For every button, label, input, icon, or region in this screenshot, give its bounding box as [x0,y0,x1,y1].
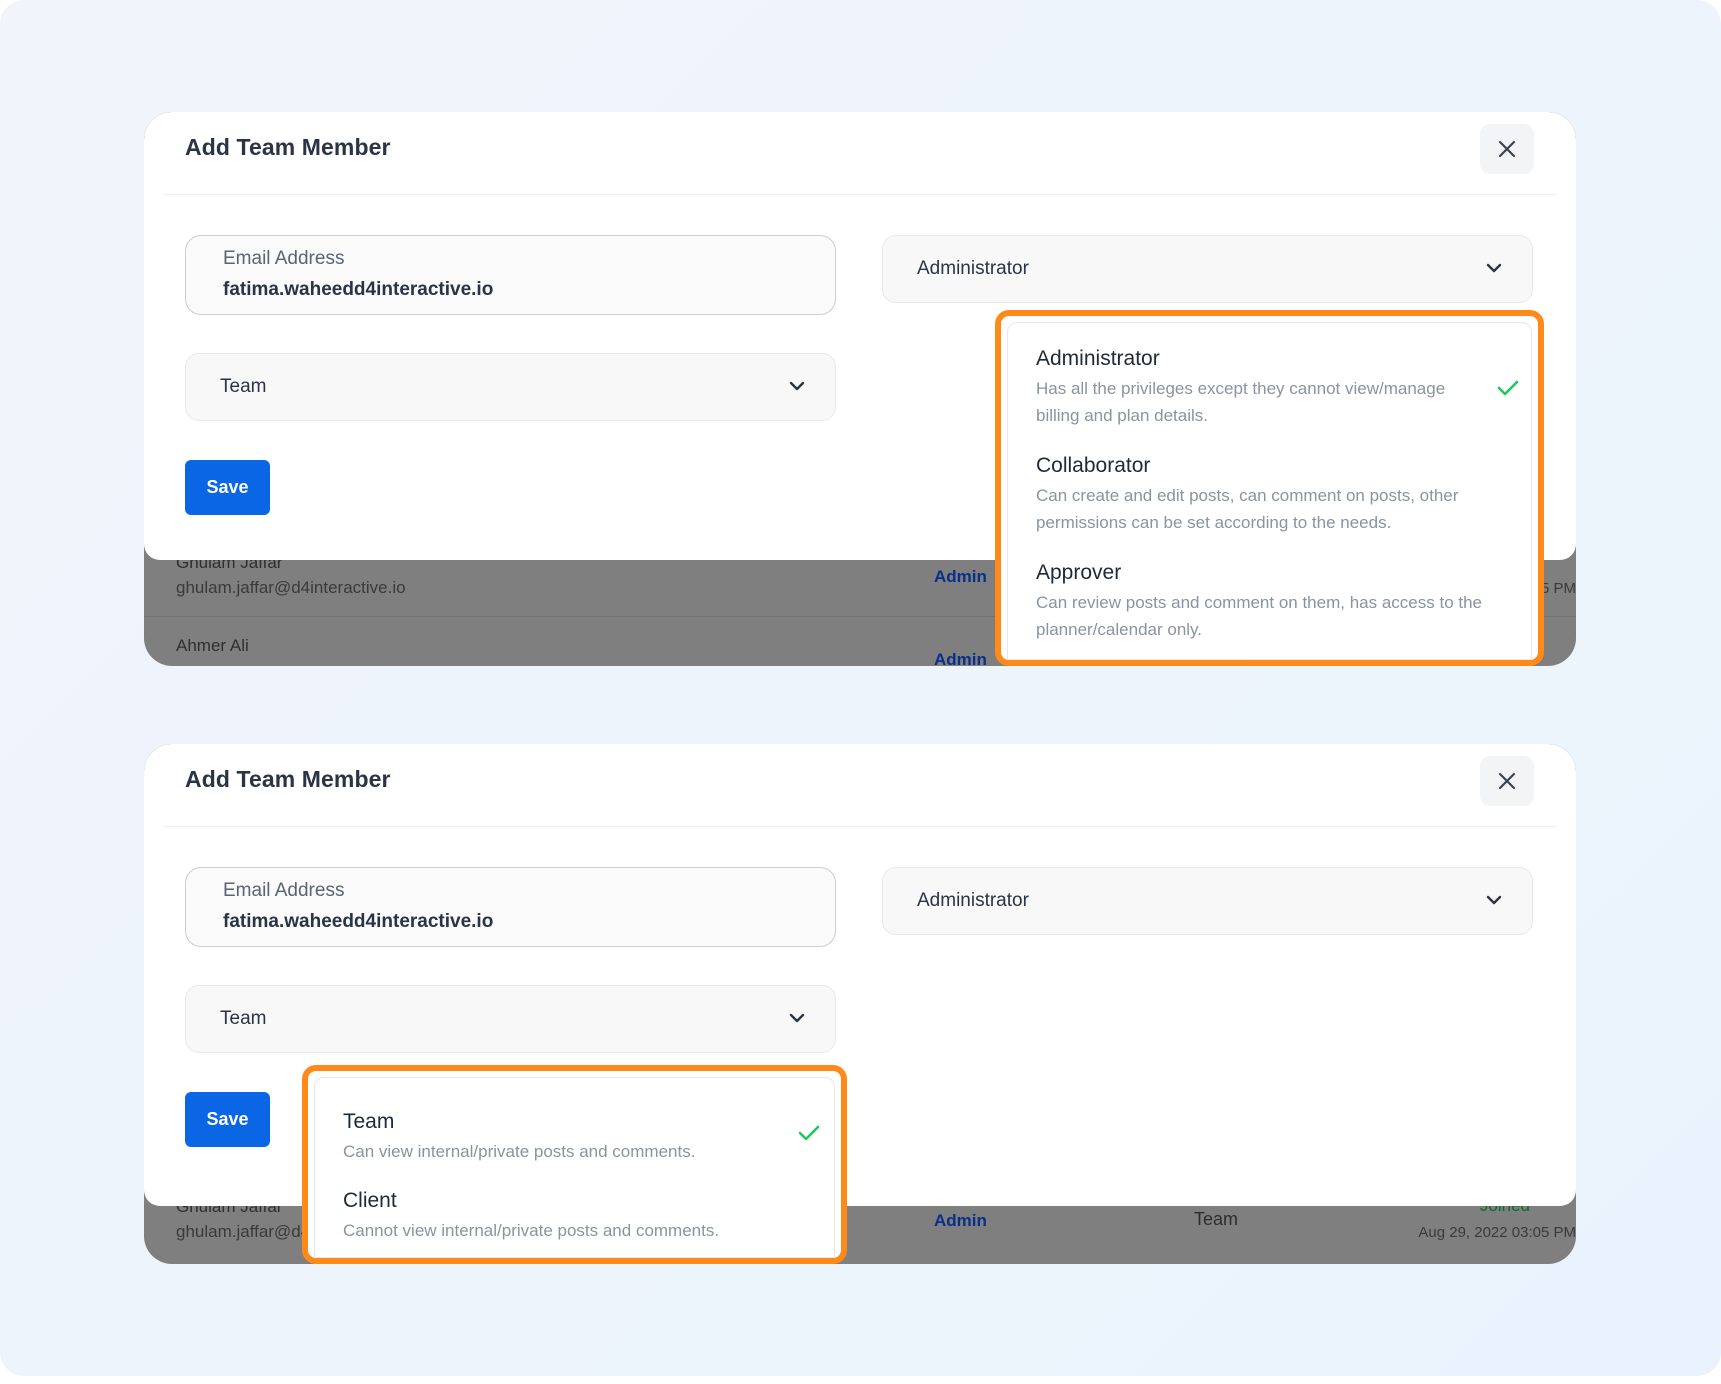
option-description: Has all the privileges except they canno… [1036,379,1446,425]
option-description: Can view internal/private posts and comm… [343,1142,696,1161]
role-dropdown-menu: Administrator Has all the privileges exc… [995,310,1544,666]
email-field[interactable]: Email Address fatima.waheedd4interactive… [185,867,836,947]
option-title: Administrator [1036,347,1160,370]
email-label: Email Address [223,248,345,269]
member-email: ghulam.jaffar@d4interactive.io [176,578,406,597]
chevron-down-icon [1486,263,1502,273]
chevron-down-icon [1486,895,1502,905]
role-option-administrator[interactable]: Administrator Has all the privileges exc… [1036,347,1491,429]
modal-title: Add Team Member [185,766,391,792]
role-select-value: Administrator [917,890,1029,911]
close-icon [1498,140,1516,158]
option-title: Team [343,1110,395,1133]
chevron-down-icon [789,381,805,391]
header-divider [164,194,1556,195]
check-icon [798,1125,820,1141]
role-option-collaborator[interactable]: Collaborator Can create and edit posts, … [1036,454,1491,536]
header-divider [164,826,1556,827]
modal-title: Add Team Member [185,134,391,160]
save-button[interactable]: Save [185,460,270,515]
email-value[interactable]: fatima.waheedd4interactive.io [223,911,493,933]
role-option-approver[interactable]: Approver Can review posts and comment on… [1036,561,1491,643]
option-description: Cannot view internal/private posts and c… [343,1221,720,1240]
close-button[interactable] [1480,124,1534,174]
type-option-team[interactable]: Team Can view internal/private posts and… [343,1110,794,1165]
member-type: Team [1194,1209,1239,1229]
check-icon [1497,380,1519,396]
save-button[interactable]: Save [185,1092,270,1147]
close-icon [1498,772,1516,790]
option-title: Approver [1036,561,1122,584]
member-role: Admin [934,567,987,586]
option-description: Can review posts and comment on them, ha… [1036,593,1483,639]
member-type-value: Team [220,376,267,397]
email-field[interactable]: Email Address fatima.waheedd4interactive… [185,235,836,315]
role-select[interactable]: Administrator [882,235,1533,303]
member-type-dropdown-list: Team Can view internal/private posts and… [314,1077,835,1258]
close-button[interactable] [1480,756,1534,806]
member-type-select[interactable]: Team [185,353,836,421]
option-description: Can create and edit posts, can comment o… [1036,486,1459,532]
option-title: Client [343,1189,397,1212]
member-type-select[interactable]: Team [185,985,836,1053]
role-select[interactable]: Administrator [882,867,1533,935]
member-name: Ahmer Ali [176,636,249,655]
member-role: Admin [934,1211,987,1230]
email-value[interactable]: fatima.waheedd4interactive.io [223,279,493,301]
role-select-value: Administrator [917,258,1029,279]
chevron-down-icon [789,1013,805,1023]
member-role: Admin [934,650,987,666]
email-label: Email Address [223,880,345,901]
member-type-dropdown-menu: Team Can view internal/private posts and… [302,1065,847,1264]
type-option-client[interactable]: Client Cannot view internal/private post… [343,1189,794,1244]
option-title: Collaborator [1036,454,1151,477]
role-dropdown-list: Administrator Has all the privileges exc… [1007,322,1532,660]
member-type-value: Team [220,1008,267,1029]
member-date: Aug 29, 2022 03:05 PM [1418,1224,1576,1241]
